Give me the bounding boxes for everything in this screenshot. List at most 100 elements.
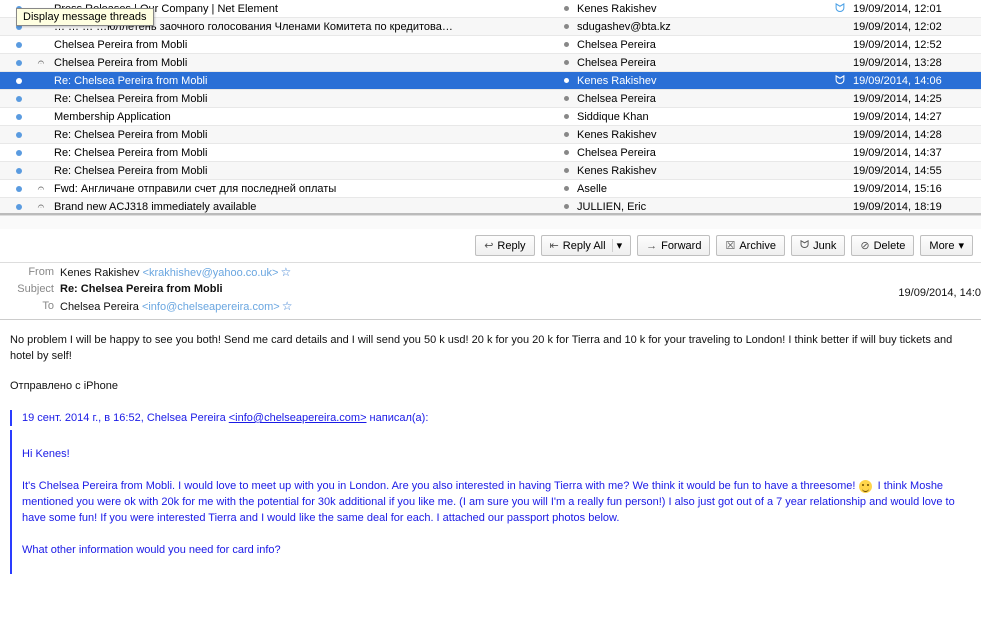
unread-dot-icon [8,114,30,120]
message-row[interactable]: Chelsea Pereira from Mobli Chelsea Pereir… [0,36,981,54]
unread-dot-icon [8,186,30,192]
forward-icon: → [646,240,657,252]
row-subject: Re: Chelsea Pereira from Mobli [52,165,555,177]
row-date: 19/09/2014, 14:06 [853,75,973,87]
star-icon[interactable]: ☆ [280,265,291,279]
attachment-icon: 𝄐 [30,199,52,214]
subject-value: Re: Chelsea Pereira from Mobli [60,283,223,295]
row-date: 19/09/2014, 14:27 [853,111,973,123]
message-list: Press Releases | Our Company | Net Eleme… [0,0,981,215]
unread-dot-icon [8,60,30,66]
reply-icon: ↩ [484,239,493,252]
sender-dot-icon [555,60,577,65]
reply-all-button[interactable]: ⇤ Reply All ▾ [541,235,632,256]
tooltip-display-threads: Display message threads [16,8,154,26]
subject-label: Subject [10,283,60,295]
reply-all-label: Reply All [563,240,606,252]
row-sender: Siddique Khan [577,111,827,123]
row-sender: Kenes Rakishev [577,75,827,87]
junk-button[interactable]: ᗢ Junk [791,235,845,256]
star-icon[interactable]: ☆ [282,299,293,313]
row-date: 19/09/2014, 12:02 [853,21,973,33]
quoted-message: Hi Kenes! It's Chelsea Pereira from Mobl… [10,430,971,574]
row-sender: Chelsea Pereira [577,93,827,105]
row-date: 19/09/2014, 14:55 [853,165,973,177]
message-row[interactable]: Re: Chelsea Pereira from Mobli Kenes Raki… [0,162,981,180]
message-row[interactable]: 𝄐Fwd: Англичане отправили счет для после… [0,180,981,198]
message-row[interactable]: Re: Chelsea Pereira from Mobli Kenes Raki… [0,72,981,90]
row-date: 19/09/2014, 13:28 [853,57,973,69]
chevron-down-icon: ▾ [958,239,964,252]
message-row[interactable]: Re: Chelsea Pereira from MobliKenes Raki… [0,126,981,144]
unread-dot-icon [8,42,30,48]
message-toolbar: ↩ Reply ⇤ Reply All ▾ → Forward ☒ Archive ᗢ Ju… [0,229,981,263]
message-row[interactable]: 𝄐Brand new ACJ318 immediately availableJ… [0,198,981,215]
row-sender: Kenes Rakishev [577,165,827,177]
unread-dot-icon [8,96,30,102]
unread-dot-icon [8,132,30,138]
row-sender: Chelsea Pereira [577,57,827,69]
signature: Отправлено с iPhone [10,378,971,394]
divider [0,319,981,320]
row-subject: Chelsea Pereira from Mobli [52,57,555,69]
sender-dot-icon [555,6,577,11]
chevron-down-icon[interactable]: ▾ [612,239,623,252]
row-sender: Chelsea Pereira [577,147,827,159]
row-subject: Re: Chelsea Pereira from Mobli [52,93,555,105]
sender-dot-icon [555,186,577,191]
forward-label: Forward [661,240,701,252]
message-row[interactable]: Re: Chelsea Pereira from MobliChelsea Pe… [0,144,981,162]
reply-button[interactable]: ↩ Reply [475,235,534,256]
row-sender: Chelsea Pereira [577,39,827,51]
forward-button[interactable]: → Forward [637,235,710,256]
delete-button[interactable]: ⊘Delete [851,235,914,256]
row-subject: Chelsea Pereira from Mobli [52,39,555,51]
message-row[interactable]: Membership Application Siddique Khan 19/09… [0,108,981,126]
row-date: 19/09/2014, 15:16 [853,183,973,195]
header-date: 19/09/2014, 14:0 [898,287,981,299]
more-label: More [929,240,954,252]
from-value: Kenes Rakishev <krakhishev@yahoo.co.uk>☆ [60,265,291,279]
row-date: 19/09/2014, 12:52 [853,39,973,51]
row-subject: Re: Chelsea Pereira from Mobli [52,75,555,87]
row-subject: Membership Application [52,111,555,123]
delete-icon: ⊘ [860,239,869,252]
row-sender: Aselle [577,183,827,195]
flame-icon: ᗢ [827,1,853,16]
archive-button[interactable]: ☒ Archive [716,235,785,256]
archive-label: Archive [739,240,776,252]
row-date: 19/09/2014, 14:28 [853,129,973,141]
unread-dot-icon [8,204,30,210]
row-sender: sdugashev@bta.kz [577,21,827,33]
row-subject: Fwd: Англичане отправили счет для послед… [52,183,555,195]
smile-emoji-icon [859,480,872,493]
row-date: 19/09/2014, 18:19 [853,201,973,213]
quoted-email-link[interactable]: <info@chelseapereira.com> [229,412,367,424]
reply-label: Reply [497,240,525,252]
message-header: From Kenes Rakishev <krakhishev@yahoo.co… [0,263,981,315]
sender-dot-icon [555,204,577,209]
sender-dot-icon [555,132,577,137]
message-row[interactable]: Re: Chelsea Pereira from Mobli Chelsea Pe… [0,90,981,108]
flame-icon: ᗢ [827,73,853,88]
unread-dot-icon [8,168,30,174]
row-date: 19/09/2014, 14:25 [853,93,973,105]
more-button[interactable]: More ▾ [920,235,973,256]
row-subject: Re: Chelsea Pereira from Mobli [52,129,555,141]
junk-label: Junk [813,240,836,252]
unread-dot-icon [8,78,30,84]
attachment-icon: 𝄐 [30,55,52,70]
to-value: Chelsea Pereira <info@chelseapereira.com… [60,299,292,313]
list-scrollbar-track[interactable] [0,215,981,229]
flame-icon: ᗢ [800,239,809,252]
quote-header: 19 сент. 2014 г., в 16:52, Chelsea Perei… [10,410,971,426]
sender-dot-icon [555,78,577,83]
body-paragraph: No problem I will be happy to see you bo… [10,332,971,364]
archive-icon: ☒ [725,239,735,252]
reply-all-icon: ⇤ [550,239,559,252]
message-body: No problem I will be happy to see you bo… [0,324,981,635]
sender-dot-icon [555,150,577,155]
message-row[interactable]: 𝄐Chelsea Pereira from Mobli Chelsea Perei… [0,54,981,72]
sender-dot-icon [555,96,577,101]
row-date: 19/09/2014, 12:01 [853,3,973,15]
